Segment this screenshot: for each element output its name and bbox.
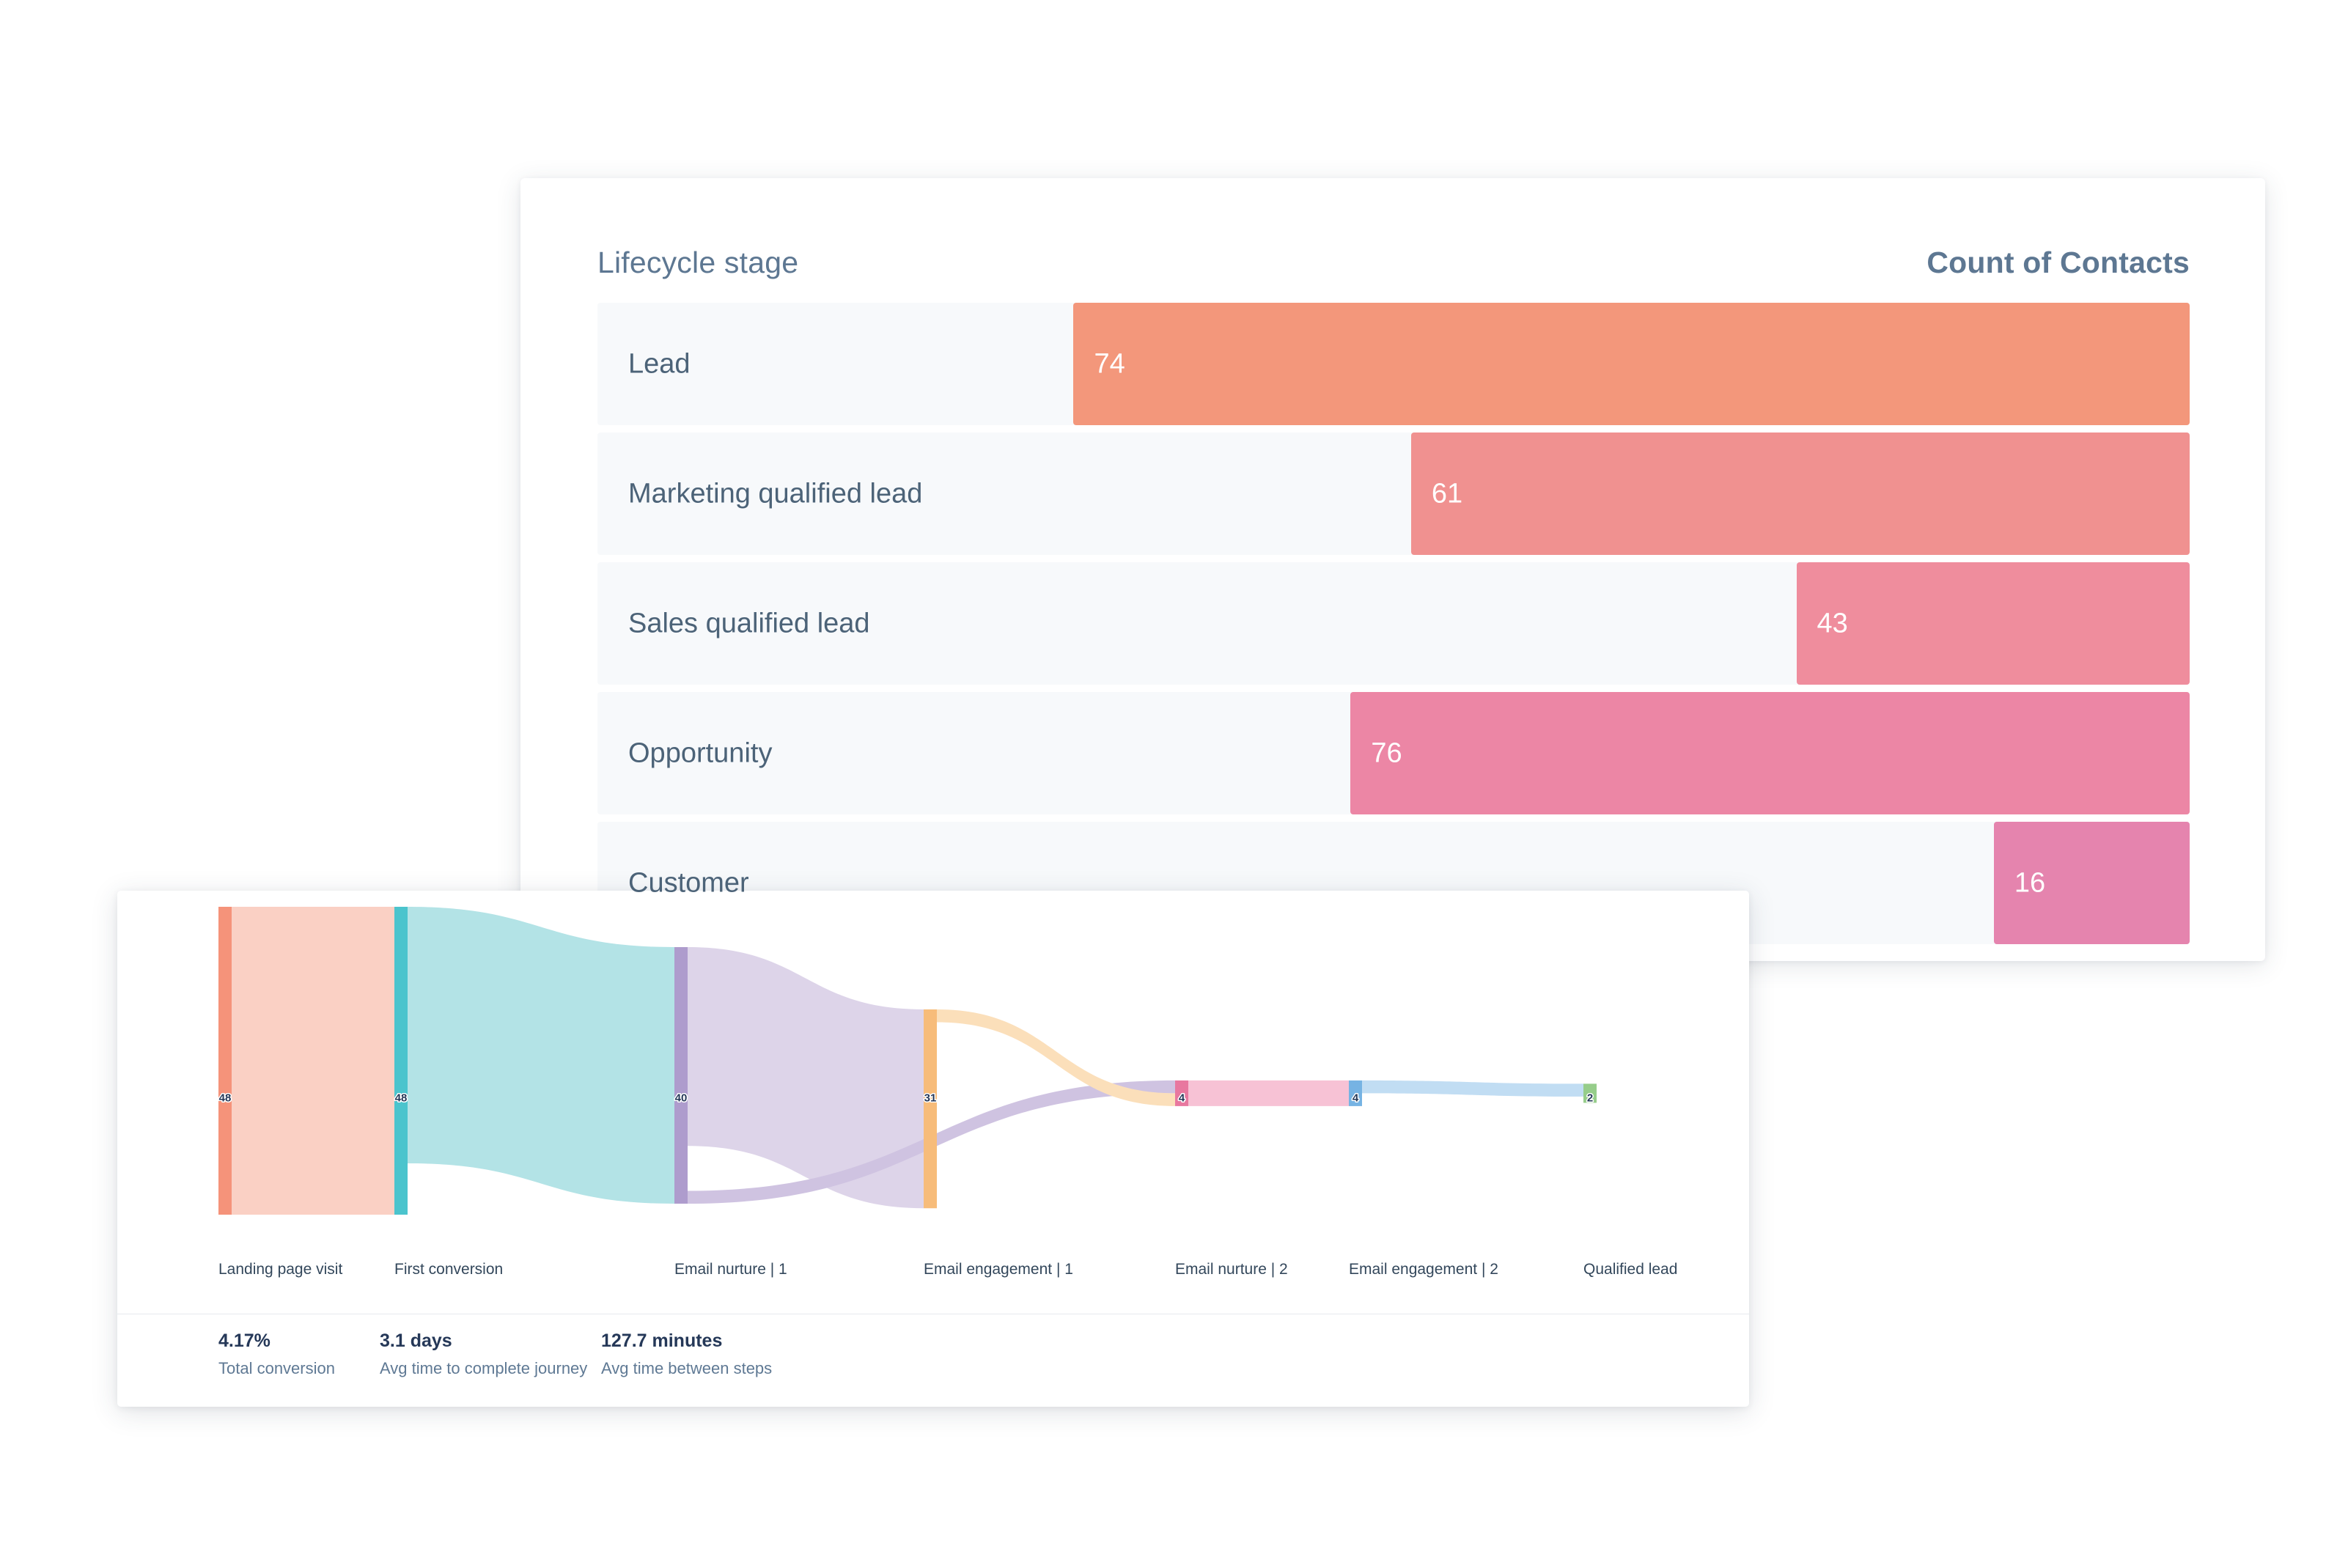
sankey-node-value: 48	[219, 1092, 232, 1104]
bar-row[interactable]: Opportunity 76	[597, 692, 2190, 814]
journey-stat-value: 4.17%	[218, 1330, 271, 1351]
customer-journey-card: 48 48 40 31 4 4 2 Landing page visit First conv…	[117, 891, 1749, 1407]
bar-fill[interactable]: 74	[1073, 303, 2190, 425]
journey-stat-value: 3.1 days	[380, 1330, 452, 1351]
sankey-stage-label: Email nurture | 1	[674, 1261, 787, 1278]
metric-title: Count of Contacts	[1926, 246, 2190, 279]
journey-stat-value: 127.7 minutes	[601, 1330, 723, 1351]
sankey-link[interactable]	[1188, 1080, 1349, 1106]
sankey-svg: 48 48 40 31 4 4 2	[218, 907, 1597, 1215]
bar-row[interactable]: Sales qualified lead 43	[597, 562, 2190, 685]
bar-category-label: Marketing qualified lead	[628, 478, 923, 509]
screenshot-canvas: Lifecycle stage Count of Contacts Lead 74…	[0, 0, 2348, 1568]
bar-value-label: 76	[1371, 737, 1402, 768]
bar-value-label: 43	[1817, 608, 1848, 638]
sankey-node[interactable]	[674, 947, 688, 1204]
sankey-stage-label: Landing page visit	[218, 1261, 343, 1278]
bar-chart-rows: Lead 74 Marketing qualified lead 61 Sales qu…	[597, 303, 2190, 952]
sankey-stage-label: Qualified lead	[1583, 1261, 1678, 1278]
journey-summary-stats: 4.17% Total conversion 3.1 days Avg time to…	[117, 1330, 1749, 1407]
lifecycle-stage-card: Lifecycle stage Count of Contacts Lead 74…	[520, 178, 2265, 961]
journey-stat-label: Total conversion	[218, 1359, 335, 1377]
sankey-link[interactable]	[408, 907, 674, 1204]
sankey-stage-label: Email nurture | 2	[1175, 1261, 1288, 1278]
journey-stat: 3.1 days Avg time to complete journey	[380, 1330, 587, 1378]
journey-stat: 4.17% Total conversion	[218, 1330, 335, 1378]
bar-fill[interactable]: 43	[1796, 562, 2190, 685]
bar-category-label: Opportunity	[628, 737, 773, 768]
sankey-diagram: 48 48 40 31 4 4 2	[117, 891, 1749, 1261]
sankey-node-value: 48	[395, 1092, 408, 1104]
sankey-stage-label: First conversion	[394, 1261, 504, 1278]
sankey-stage-label: Email engagement | 1	[924, 1261, 1073, 1278]
bar-value-label: 74	[1094, 348, 1125, 379]
bar-fill[interactable]: 61	[1410, 433, 2190, 555]
sankey-node-value: 4	[1353, 1092, 1359, 1104]
bar-row[interactable]: Marketing qualified lead 61	[597, 433, 2190, 555]
sankey-stage-label: Email engagement | 2	[1349, 1261, 1498, 1278]
bar-row[interactable]: Lead 74	[597, 303, 2190, 425]
sankey-link-group	[232, 907, 1583, 1215]
journey-stat: 127.7 minutes Avg time between steps	[601, 1330, 772, 1378]
sankey-node[interactable]	[394, 907, 408, 1215]
sankey-node-value: 40	[675, 1092, 688, 1104]
sankey-node[interactable]	[924, 1009, 937, 1209]
bar-category-label: Lead	[628, 348, 691, 379]
sankey-link[interactable]	[1362, 1080, 1583, 1097]
sankey-node[interactable]	[218, 907, 232, 1215]
page-title: Lifecycle stage	[597, 246, 799, 279]
sankey-link[interactable]	[232, 907, 394, 1215]
bar-category-label: Sales qualified lead	[628, 608, 870, 638]
sankey-node-value: 4	[1179, 1092, 1185, 1104]
sankey-node-value: 2	[1587, 1092, 1593, 1104]
journey-stat-label: Avg time to complete journey	[380, 1359, 588, 1377]
bar-card-header: Lifecycle stage Count of Contacts	[520, 178, 2265, 303]
bar-category-label: Customer	[628, 867, 749, 898]
journey-stat-label: Avg time between steps	[601, 1359, 773, 1377]
bar-value-label: 61	[1431, 478, 1463, 509]
sankey-stage-axis: Landing page visit First conversion Email …	[117, 1261, 1749, 1305]
bar-fill[interactable]: 16	[1993, 822, 2190, 944]
sankey-node-value: 31	[924, 1092, 937, 1104]
bar-fill[interactable]: 76	[1350, 692, 2190, 814]
sankey-link[interactable]	[688, 947, 924, 1209]
bar-value-label: 16	[2014, 867, 2046, 898]
